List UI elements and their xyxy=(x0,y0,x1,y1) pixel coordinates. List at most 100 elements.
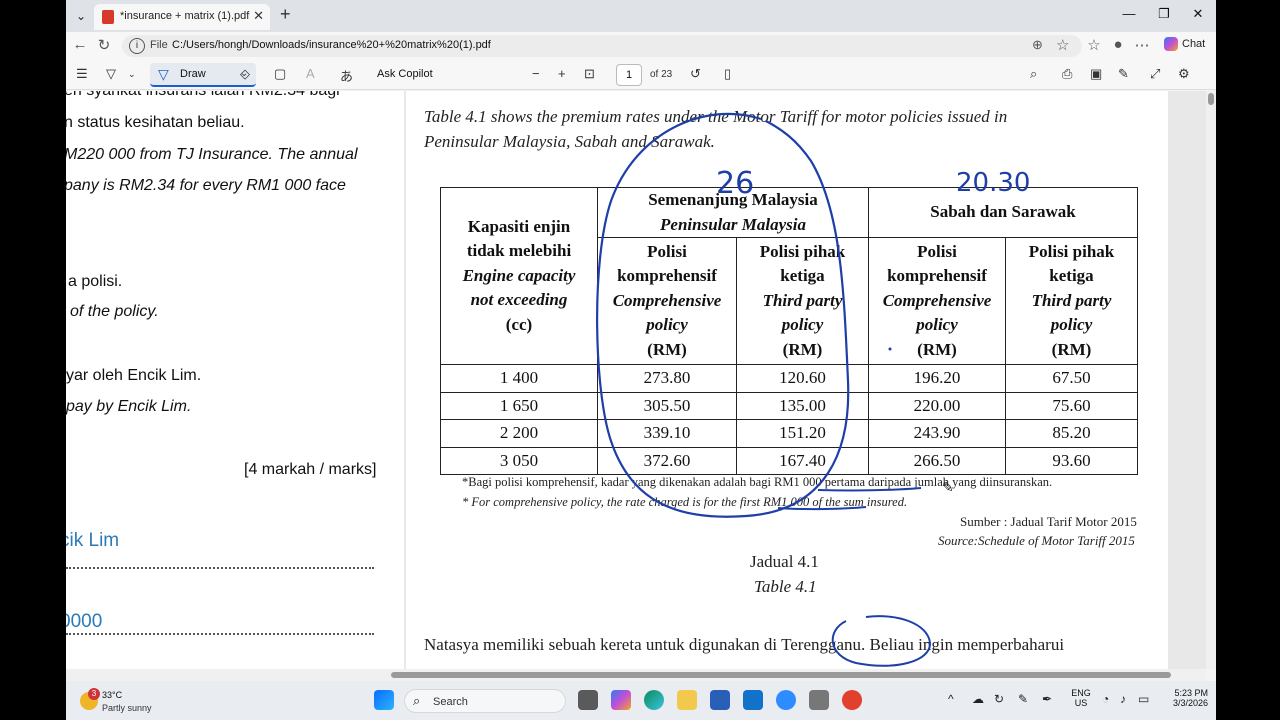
feather-icon[interactable]: ✒ xyxy=(1042,692,1052,706)
tab-actions-chevron-icon[interactable]: ⌄ xyxy=(70,6,92,26)
print-icon[interactable]: ⎙ xyxy=(1062,66,1072,82)
left-line-5: a polisi. xyxy=(68,273,123,290)
horizontal-scroll-thumb[interactable] xyxy=(391,672,1171,678)
cell-value: 135.00 xyxy=(736,391,869,420)
table-row: 3 050 372.60 167.40 266.50 93.60 xyxy=(440,446,1138,475)
favorite-star-icon[interactable]: ☆ xyxy=(1056,36,1069,54)
favorites-icon[interactable]: ☆ xyxy=(1082,36,1106,54)
app-red-icon[interactable] xyxy=(842,690,862,710)
header-peninsular-comprehensive: Polisi komprehensif Comprehensive policy (… xyxy=(597,237,737,365)
info-icon[interactable]: i xyxy=(129,38,145,54)
zoom-out-icon[interactable]: − xyxy=(532,66,540,81)
highlight-chevron-icon[interactable]: ⌄ xyxy=(128,69,136,80)
zoom-app-icon[interactable] xyxy=(776,690,796,710)
highlight-icon[interactable]: ▽ xyxy=(106,66,116,82)
profile-avatar-icon[interactable]: ● xyxy=(1106,36,1130,53)
zoom-icon[interactable]: ⊕ xyxy=(1032,37,1043,53)
tab-pdf[interactable]: *insurance + matrix (1).pdf ✕ xyxy=(94,4,270,30)
source-malay: Sumber : Jadual Tarif Motor 2015 xyxy=(960,514,1137,529)
left-line-2: n status kesihatan beliau. xyxy=(66,114,245,131)
fullscreen-icon[interactable]: ⤢ xyxy=(1150,66,1160,82)
left-line-3: M220 000 from TJ Insurance. The annual xyxy=(66,146,358,163)
show-hidden-icons-chevron[interactable]: ^ xyxy=(948,692,954,706)
zoom-in-icon[interactable]: + xyxy=(558,66,566,81)
wifi-icon[interactable]: ◔ xyxy=(1102,692,1109,706)
page-view-icon[interactable]: ▯ xyxy=(724,66,731,82)
read-aloud-icon[interactable]: あ xyxy=(340,66,353,85)
close-tab-icon[interactable]: ✕ xyxy=(253,8,264,24)
copilot-chat-button[interactable]: Chat xyxy=(1164,37,1205,51)
find-icon[interactable]: ⌕ xyxy=(1030,66,1037,82)
save-icon[interactable]: ▣ xyxy=(1090,66,1102,82)
file-explorer-icon[interactable] xyxy=(677,690,697,710)
battery-icon[interactable]: ▭ xyxy=(1138,692,1149,706)
table-row: 1 650 305.50 135.00 220.00 75.60 xyxy=(440,391,1138,420)
copilot-logo-icon xyxy=(1164,37,1178,51)
save-as-icon[interactable]: ✎ xyxy=(1118,66,1129,82)
sync-icon[interactable]: ↻ xyxy=(994,692,1004,706)
weather-desc: Partly sunny xyxy=(102,703,152,713)
close-window-icon[interactable]: ✕ xyxy=(1183,6,1213,22)
back-arrow-icon[interactable]: ← xyxy=(68,36,92,53)
horizontal-scrollbar[interactable] xyxy=(66,669,1206,681)
answer-line-1 xyxy=(66,567,374,569)
cell-value: 266.50 xyxy=(868,446,1006,475)
left-line-7: yar oleh Encik Lim. xyxy=(66,367,202,384)
source-english: Source:Schedule of Motor Tariff 2015 xyxy=(938,533,1135,548)
cell-value: 93.60 xyxy=(1005,446,1138,475)
clock[interactable]: 5:23 PM 3/3/2026 xyxy=(1164,688,1208,708)
ask-copilot-button[interactable]: Ask Copilot xyxy=(377,68,433,80)
address-bar[interactable]: i File C:/Users/hongh/Downloads/insuranc… xyxy=(122,35,1082,57)
tab-strip: ⌄ *insurance + matrix (1).pdf ✕ + — ❐ ✕ xyxy=(66,0,1216,32)
weather-badge: 3 xyxy=(88,688,100,700)
pen-tray-icon[interactable]: ✎ xyxy=(1018,692,1028,706)
page-count: of 23 xyxy=(650,69,673,80)
url-text[interactable]: C:/Users/hongh/Downloads/insurance%20+%2… xyxy=(172,39,491,51)
header-peninsular-third-party: Polisi pihak ketiga Third party policy (RM… xyxy=(736,237,869,365)
pdf-file-icon xyxy=(102,10,114,24)
onedrive-icon[interactable]: ☁ xyxy=(972,692,984,706)
maximize-icon[interactable]: ❐ xyxy=(1149,6,1179,22)
cell-value: 243.90 xyxy=(868,419,1006,448)
intro-line-1: Table 4.1 shows the premium rates under … xyxy=(424,107,1008,126)
cell-value: 196.20 xyxy=(868,364,1006,393)
calculator-icon[interactable] xyxy=(809,690,829,710)
pdf-page-left: en syarikat insurans ialah RM2.34 bagi n… xyxy=(66,91,404,669)
eraser-icon[interactable]: ◇ xyxy=(240,66,250,82)
input-language[interactable]: ENG US xyxy=(1070,688,1092,708)
typed-answer-1: cik Lim xyxy=(66,530,120,551)
new-tab-plus-icon[interactable]: + xyxy=(280,4,291,25)
minimize-icon[interactable]: — xyxy=(1114,6,1144,21)
page-number-input[interactable]: 1 xyxy=(616,64,642,86)
cell-engine: 1 400 xyxy=(440,364,598,393)
table-row: 2 200 339.10 151.20 243.90 85.20 xyxy=(440,419,1138,448)
settings-gear-icon[interactable]: ⚙ xyxy=(1178,66,1190,82)
contents-list-icon[interactable]: ☰ xyxy=(76,66,88,82)
task-view-icon[interactable] xyxy=(578,690,598,710)
more-menu-icon[interactable]: ⋯ xyxy=(1130,36,1154,54)
vertical-scroll-thumb[interactable] xyxy=(1208,93,1214,105)
premium-rates-table: Kapasiti enjin tidak melebihi Engine cap… xyxy=(440,187,1138,475)
start-windows-icon[interactable] xyxy=(374,690,394,710)
header-engine-capacity: Kapasiti enjin tidak melebihi Engine cap… xyxy=(440,187,598,365)
taskbar-search[interactable]: ⌕ Search xyxy=(404,689,566,713)
chat-label: Chat xyxy=(1182,37,1206,50)
dell-icon[interactable] xyxy=(710,690,730,710)
fit-page-icon[interactable]: ⊡ xyxy=(584,66,595,82)
pdf-document-area[interactable]: en syarikat insurans ialah RM2.34 bagi n… xyxy=(66,91,1206,669)
draw-label: Draw xyxy=(180,68,206,80)
volume-icon[interactable]: ♪ xyxy=(1120,692,1126,706)
copilot-app-icon[interactable] xyxy=(611,690,631,710)
outlook-icon[interactable] xyxy=(743,690,763,710)
rotate-icon[interactable]: ↺ xyxy=(690,66,701,82)
text-format-icon: A xyxy=(306,66,315,81)
cell-engine: 1 650 xyxy=(440,391,598,420)
vertical-scrollbar[interactable] xyxy=(1206,91,1216,669)
file-label: File xyxy=(150,39,168,51)
edge-icon[interactable] xyxy=(644,690,664,710)
text-box-icon[interactable]: ▢ xyxy=(274,66,286,82)
cell-value: 120.60 xyxy=(736,364,869,393)
weather-temp: 33°C xyxy=(102,690,123,700)
left-line-8: pay by Encik Lim. xyxy=(66,398,192,415)
refresh-icon[interactable]: ↻ xyxy=(92,36,116,54)
